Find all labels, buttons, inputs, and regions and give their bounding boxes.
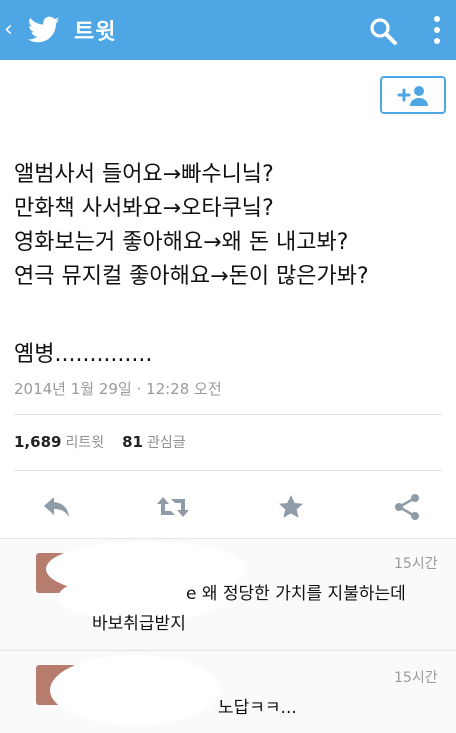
tweet-stats: 1,689 리트윗 81 관심글 — [14, 432, 204, 452]
retweet-icon — [157, 497, 189, 517]
favorite-star-icon — [279, 495, 303, 518]
twitter-bird-icon[interactable] — [28, 16, 60, 44]
add-user-icon — [397, 86, 428, 106]
tweet-line: 연극 뮤지컬 좋아해요→돈이 많은가봐? — [14, 264, 369, 289]
tweet-actions — [0, 490, 456, 524]
favorite-button[interactable] — [274, 490, 308, 524]
tweet-line: 만화책 사서봐요→오타쿠닠? — [14, 196, 274, 221]
tweet-line: 앨범사서 들어요→빠수니닠? — [14, 162, 274, 187]
reply-time: 15시간 — [394, 556, 438, 572]
replies-list: 15시간 e 왜 정당한 가치를 지불하는데 바보취급받지 15시간 노답ㅋㅋ.… — [0, 538, 456, 733]
redaction-mark — [50, 655, 220, 725]
tweet-tail-line: 옘병.............. — [14, 342, 153, 367]
search-icon[interactable] — [368, 16, 398, 46]
favorite-label[interactable]: 관심글 — [147, 432, 186, 452]
reply-item[interactable]: 15시간 e 왜 정당한 가치를 지불하는데 바보취급받지 — [0, 538, 456, 649]
top-app-bar: ‹ 트윗 — [0, 0, 456, 60]
reply-button[interactable] — [40, 490, 74, 524]
reply-text: 노답ㅋㅋ... — [218, 698, 297, 718]
retweet-count[interactable]: 1,689 — [14, 433, 61, 451]
page-title: 트윗 — [74, 20, 117, 45]
more-vertical-icon[interactable] — [432, 14, 442, 46]
favorite-count[interactable]: 81 — [122, 433, 143, 451]
tweet-line: 영화보는거 좋아해요→왜 돈 내고봐? — [14, 230, 349, 255]
reply-text: e 왜 정당한 가치를 지불하는데 — [186, 584, 406, 604]
divider — [14, 414, 442, 415]
retweet-button[interactable] — [156, 490, 190, 524]
tweet-timestamp: 2014년 1월 29일 · 12:28 오전 — [14, 380, 222, 398]
back-icon[interactable]: ‹ — [4, 0, 22, 60]
reply-time: 15시간 — [394, 670, 438, 686]
reply-item[interactable]: 15시간 노답ㅋㅋ... — [0, 650, 456, 733]
tweet-body: 앨범사서 들어요→빠수니닠? 만화책 사서봐요→오타쿠닠? 영화보는거 좋아해요… — [14, 158, 444, 294]
reply-icon — [44, 497, 69, 517]
share-icon — [395, 494, 419, 520]
follow-button[interactable] — [380, 76, 446, 114]
retweet-label[interactable]: 리트윗 — [65, 432, 104, 452]
share-button[interactable] — [390, 490, 424, 524]
divider — [14, 470, 442, 471]
reply-text: 바보취급받지 — [92, 614, 186, 634]
